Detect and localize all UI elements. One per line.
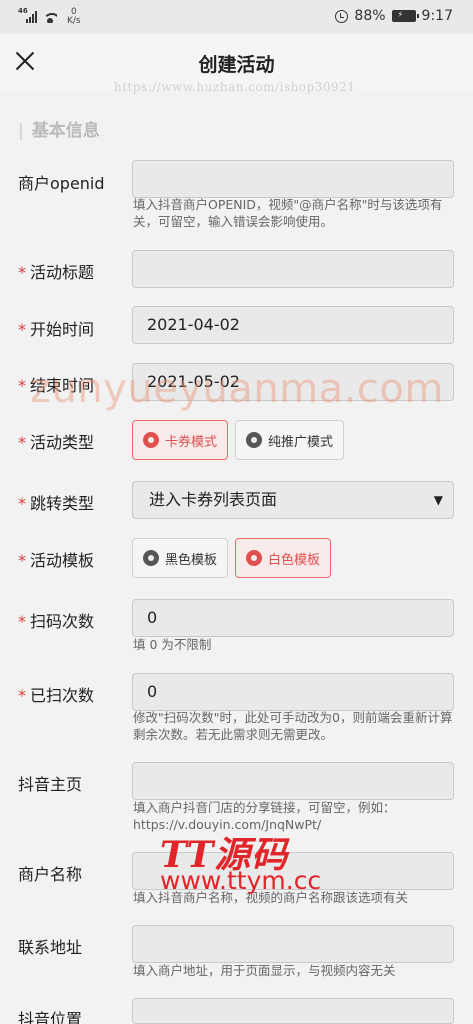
label-scan-count: * 扫码次数 xyxy=(18,608,94,632)
contact-address-help: 填入商户地址，用于页面显示，与视频内容无关 xyxy=(133,963,396,978)
scan-count-input[interactable]: 0 xyxy=(132,599,454,637)
dropdown-arrow-icon: ▼ xyxy=(433,493,443,507)
required-mark: * xyxy=(18,263,26,282)
douyin-location-input[interactable] xyxy=(132,998,454,1024)
label-text: 已扫次数 xyxy=(30,686,95,705)
contact-address-input[interactable] xyxy=(132,925,454,963)
wifi-icon xyxy=(43,11,57,23)
watermark-brand: zunyueyuanma.com xyxy=(30,366,444,412)
label-text: 商户openid xyxy=(18,174,105,193)
scan-count-help: 填 0 为不限制 xyxy=(133,637,212,652)
radio-promo-mode[interactable]: 纯推广模式 xyxy=(235,420,345,460)
required-mark: * xyxy=(18,551,26,570)
radio-black-template[interactable]: 黑色模板 xyxy=(132,538,229,578)
net-speed: 0 K/s xyxy=(67,8,81,26)
radio-dot-icon xyxy=(246,550,262,566)
label-text: 商户名称 xyxy=(18,865,83,884)
merchant-openid-input[interactable] xyxy=(132,160,454,198)
label-text: 活动模板 xyxy=(30,551,95,570)
status-bar: 46 0 K/s 88% ⚡ 9:17 xyxy=(0,0,473,34)
start-time-input[interactable]: 2021-04-02 xyxy=(132,306,454,344)
section-title-text: 基本信息 xyxy=(31,121,100,141)
required-mark: * xyxy=(18,320,26,339)
merchant-openid-help: 填入抖音商户OPENID，视频"@商户名称"时与该选项有关，可留空，输入错误会影… xyxy=(133,197,443,229)
clock: 9:17 xyxy=(421,8,453,24)
radio-label: 黑色模板 xyxy=(165,552,218,568)
label-merchant-name: 商户名称 xyxy=(18,861,82,885)
radio-label: 纯推广模式 xyxy=(268,434,334,450)
required-mark: * xyxy=(18,494,26,513)
page-title: 创建活动 xyxy=(198,54,275,76)
label-text: 扫码次数 xyxy=(30,612,95,631)
select-value: 进入卡券列表页面 xyxy=(149,490,278,509)
alarm-icon xyxy=(335,9,349,23)
label-contact-address: 联系地址 xyxy=(18,934,82,958)
radio-label: 卡券模式 xyxy=(165,434,218,450)
label-text: 活动标题 xyxy=(30,263,95,282)
scanned-count-help: 修改"扫码次数"时，此处可手动改为0，则前端会重新计算剩余次数。若无此需求则无需… xyxy=(133,710,453,742)
label-text: 开始时间 xyxy=(30,320,95,339)
label-scanned-count: * 已扫次数 xyxy=(18,682,94,706)
radio-dot-icon xyxy=(143,550,159,566)
radio-card-mode[interactable]: 卡券模式 xyxy=(132,420,229,460)
watermark-logo-url: www.ttym.cc xyxy=(160,866,322,895)
jump-type-select[interactable]: 进入卡券列表页面 ▼ xyxy=(132,481,454,519)
label-activity-title: * 活动标题 xyxy=(18,259,94,283)
required-mark: * xyxy=(18,433,26,452)
net-speed-unit: K/s xyxy=(67,16,81,26)
section-title: | 基本信息 xyxy=(18,116,100,141)
signal-label: 46 xyxy=(18,7,28,15)
label-text: 跳转类型 xyxy=(30,494,95,513)
radio-dot-icon xyxy=(246,432,262,448)
section-bar-icon: | xyxy=(18,121,24,141)
label-start-time: * 开始时间 xyxy=(18,316,94,340)
required-mark: * xyxy=(18,612,26,631)
radio-white-template[interactable]: 白色模板 xyxy=(235,538,332,578)
status-left: 46 0 K/s xyxy=(18,7,81,26)
label-douyin-location: 抖音位置 xyxy=(18,1006,82,1024)
battery-icon: ⚡ xyxy=(391,10,419,22)
label-activity-type: * 活动类型 xyxy=(18,429,94,453)
required-mark: * xyxy=(18,686,26,705)
label-douyin-home: 抖音主页 xyxy=(18,771,82,795)
watermark-url: https://www.huzhan.com/ishop30921 xyxy=(114,80,356,94)
activity-title-input[interactable] xyxy=(132,250,454,288)
radio-label: 白色模板 xyxy=(268,552,321,568)
signal-icon: 46 xyxy=(18,7,37,23)
label-text: 活动类型 xyxy=(30,433,95,452)
label-merchant-openid: 商户openid xyxy=(18,170,105,194)
radio-dot-icon xyxy=(143,432,159,448)
label-activity-template: * 活动模板 xyxy=(18,547,94,571)
label-text: 联系地址 xyxy=(18,938,83,957)
status-right: 88% ⚡ 9:17 xyxy=(335,8,453,24)
label-jump-type: * 跳转类型 xyxy=(18,490,94,514)
douyin-home-input[interactable] xyxy=(132,762,454,800)
scanned-count-input[interactable]: 0 xyxy=(132,673,454,711)
required-mark: * xyxy=(18,376,26,395)
label-text: 抖音主页 xyxy=(18,775,83,794)
label-text: 抖音位置 xyxy=(18,1010,83,1024)
battery-percent: 88% xyxy=(354,8,386,24)
